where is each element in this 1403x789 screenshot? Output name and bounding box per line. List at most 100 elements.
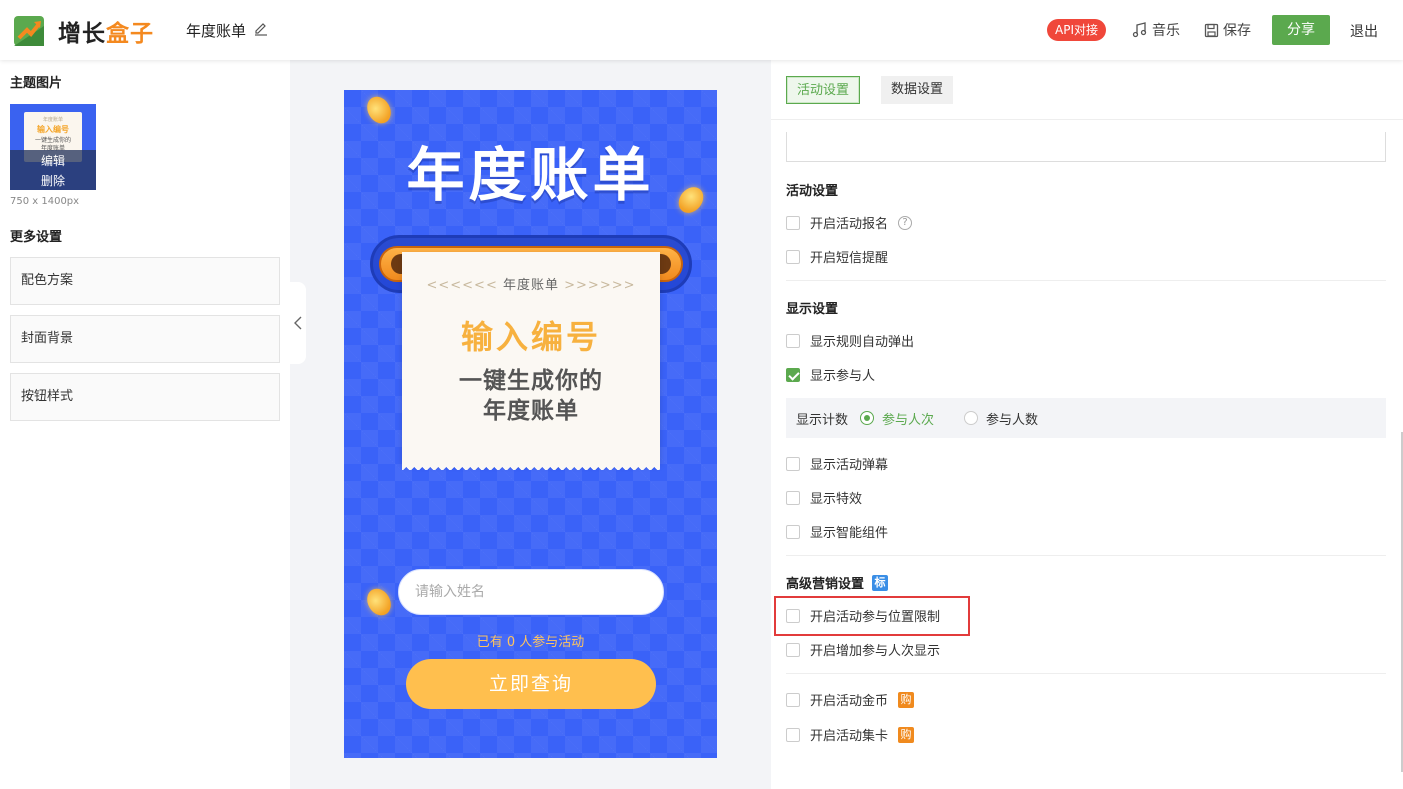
query-now-button[interactable]: 立即查询 <box>406 659 656 709</box>
advanced-title-text: 高级营销设置 <box>786 577 865 592</box>
bill-paper-card: <<<<<< 年度账单 >>>>>> 输入编号 一键生成你的 年度账单 <box>402 252 660 470</box>
option-activity-coins[interactable]: 开启活动金币 购 <box>786 690 915 709</box>
left-settings-panel: 主题图片 年度账单 输入编号 一键生成你的 年度账单 编辑 删除 750 x 1… <box>0 60 290 789</box>
paper-heading: 输入编号 <box>460 318 601 356</box>
music-note-icon <box>1132 22 1147 38</box>
brand-part2: 盒子 <box>106 21 154 47</box>
thumbnail-heading: 输入编号 <box>37 125 69 134</box>
checkbox[interactable] <box>786 524 800 539</box>
option-card-collection[interactable]: 开启活动集卡 购 <box>786 725 915 744</box>
preview-area: 年度账单 <<<<<< 年度账单 >>>>>> 输入编号 一键生成你的 年度账单… <box>290 60 771 789</box>
tab-divider <box>771 119 1403 120</box>
option-label: 显示规则自动弹出 <box>810 335 915 350</box>
preview-title: 年度账单 <box>406 141 655 209</box>
option-label: 开启活动集卡 <box>810 729 889 744</box>
text-field[interactable] <box>786 132 1386 162</box>
subtitle-arrows-right: >>>>>> <box>564 278 636 293</box>
checkbox-checked[interactable] <box>786 367 800 382</box>
theme-image-thumbnail[interactable]: 年度账单 输入编号 一键生成你的 年度账单 编辑 删除 <box>10 104 96 190</box>
share-button[interactable]: 分享 <box>1272 15 1330 45</box>
paper-text: 一键生成你的 年度账单 <box>402 366 660 426</box>
activity-settings-heading: 活动设置 <box>786 184 839 199</box>
option-show-participants[interactable]: 显示参与人 <box>786 365 875 384</box>
tab-data-settings[interactable]: 数据设置 <box>881 76 954 104</box>
option-barrage[interactable]: 显示活动弹幕 <box>786 454 888 473</box>
thumbnail-subtitle: 年度账单 <box>42 117 63 123</box>
image-size-label: 750 x 1400px <box>10 196 80 207</box>
delete-image-button[interactable]: 删除 <box>10 172 96 189</box>
checkbox[interactable] <box>786 215 800 230</box>
standard-badge: 标 <box>872 574 889 591</box>
right-settings-panel: 活动设置 数据设置 活动设置 开启活动报名 ? 开启短信提醒 显示设置 显示规则… <box>771 60 1403 789</box>
checkbox[interactable] <box>786 727 800 742</box>
display-settings-heading: 显示设置 <box>786 302 839 317</box>
option-add-participation-display[interactable]: 开启增加参与人次显示 <box>786 640 940 659</box>
option-sms-reminder[interactable]: 开启短信提醒 <box>786 247 888 266</box>
music-button[interactable]: 音乐 <box>1132 20 1180 40</box>
option-label: 显示参与人 <box>810 369 876 384</box>
option-label: 显示特效 <box>810 492 863 507</box>
option-rules-popup[interactable]: 显示规则自动弹出 <box>786 331 914 350</box>
count-display-row: 显示计数 参与人次 参与人数 <box>786 398 1386 438</box>
tab-activity-settings[interactable]: 活动设置 <box>786 76 861 104</box>
brand-part1: 增长 <box>58 21 106 47</box>
edit-title-icon[interactable] <box>254 22 268 36</box>
paper-subtitle: <<<<<< 年度账单 >>>>>> <box>402 274 660 293</box>
participant-count-text: 已有 0 人参与活动 <box>344 631 717 650</box>
radio-label-times[interactable]: 参与人次 <box>882 409 934 428</box>
save-label: 保存 <box>1223 23 1251 39</box>
checkbox[interactable] <box>786 490 800 505</box>
option-location-limit[interactable]: 开启活动参与位置限制 <box>786 606 940 625</box>
section-divider <box>786 555 1386 556</box>
advanced-marketing-heading: 高级营销设置 标 <box>786 573 889 592</box>
checkbox[interactable] <box>786 608 800 623</box>
option-effects[interactable]: 显示特效 <box>786 488 862 507</box>
checkbox[interactable] <box>786 642 800 657</box>
collapse-panel-button[interactable] <box>290 282 306 364</box>
logo-icon <box>14 16 44 46</box>
option-label: 开启活动报名 <box>810 217 889 232</box>
top-bar: 增长盒子 年度账单 API对接 音乐 保存 分享 退出 <box>0 0 1403 60</box>
exit-button[interactable]: 退出 <box>1350 21 1378 41</box>
joined-suffix: 人参与活动 <box>519 635 585 650</box>
subtitle-arrows-left: <<<<<< <box>426 278 498 293</box>
button-style-item[interactable]: 按钮样式 <box>10 373 280 421</box>
name-input[interactable]: 请输入姓名 <box>398 569 664 615</box>
phone-preview: 年度账单 <<<<<< 年度账单 >>>>>> 输入编号 一键生成你的 年度账单… <box>344 90 717 758</box>
coin-decoration <box>362 584 396 620</box>
option-label: 开启活动参与位置限制 <box>810 610 941 625</box>
option-label: 显示智能组件 <box>810 526 889 541</box>
brand-name: 增长盒子 <box>58 14 154 48</box>
radio-selected[interactable] <box>860 411 875 425</box>
more-settings-title: 更多设置 <box>10 230 63 245</box>
radio-label-people[interactable]: 参与人数 <box>986 409 1038 428</box>
checkbox[interactable] <box>786 333 800 348</box>
joined-prefix: 已有 <box>476 635 503 650</box>
help-icon[interactable]: ? <box>898 215 913 230</box>
cover-background-item[interactable]: 封面背景 <box>10 315 280 363</box>
section-divider <box>786 673 1386 674</box>
edit-image-button[interactable]: 编辑 <box>10 152 96 169</box>
color-scheme-item[interactable]: 配色方案 <box>10 257 280 305</box>
option-label: 开启增加参与人次显示 <box>810 644 941 659</box>
option-label: 开启活动金币 <box>810 694 889 709</box>
document-title[interactable]: 年度账单 <box>186 20 246 41</box>
checkbox[interactable] <box>786 456 800 471</box>
coin-decoration <box>362 92 396 128</box>
checkbox[interactable] <box>786 692 800 707</box>
save-disk-icon <box>1204 23 1219 37</box>
radio[interactable] <box>964 411 979 425</box>
api-integration-button[interactable]: API对接 <box>1047 19 1106 41</box>
option-label: 开启短信提醒 <box>810 251 889 266</box>
chevron-left-icon <box>294 316 302 330</box>
purchase-badge: 购 <box>898 691 915 708</box>
section-divider <box>786 280 1386 281</box>
joined-count: 0 <box>506 635 516 650</box>
purchase-badge: 购 <box>898 726 915 743</box>
paper-text-line2: 年度账单 <box>483 398 579 424</box>
checkbox[interactable] <box>786 249 800 264</box>
option-label: 显示活动弹幕 <box>810 458 889 473</box>
option-smart-components[interactable]: 显示智能组件 <box>786 522 888 541</box>
option-enable-signup[interactable]: 开启活动报名 ? <box>786 213 913 232</box>
save-button[interactable]: 保存 <box>1204 20 1251 40</box>
